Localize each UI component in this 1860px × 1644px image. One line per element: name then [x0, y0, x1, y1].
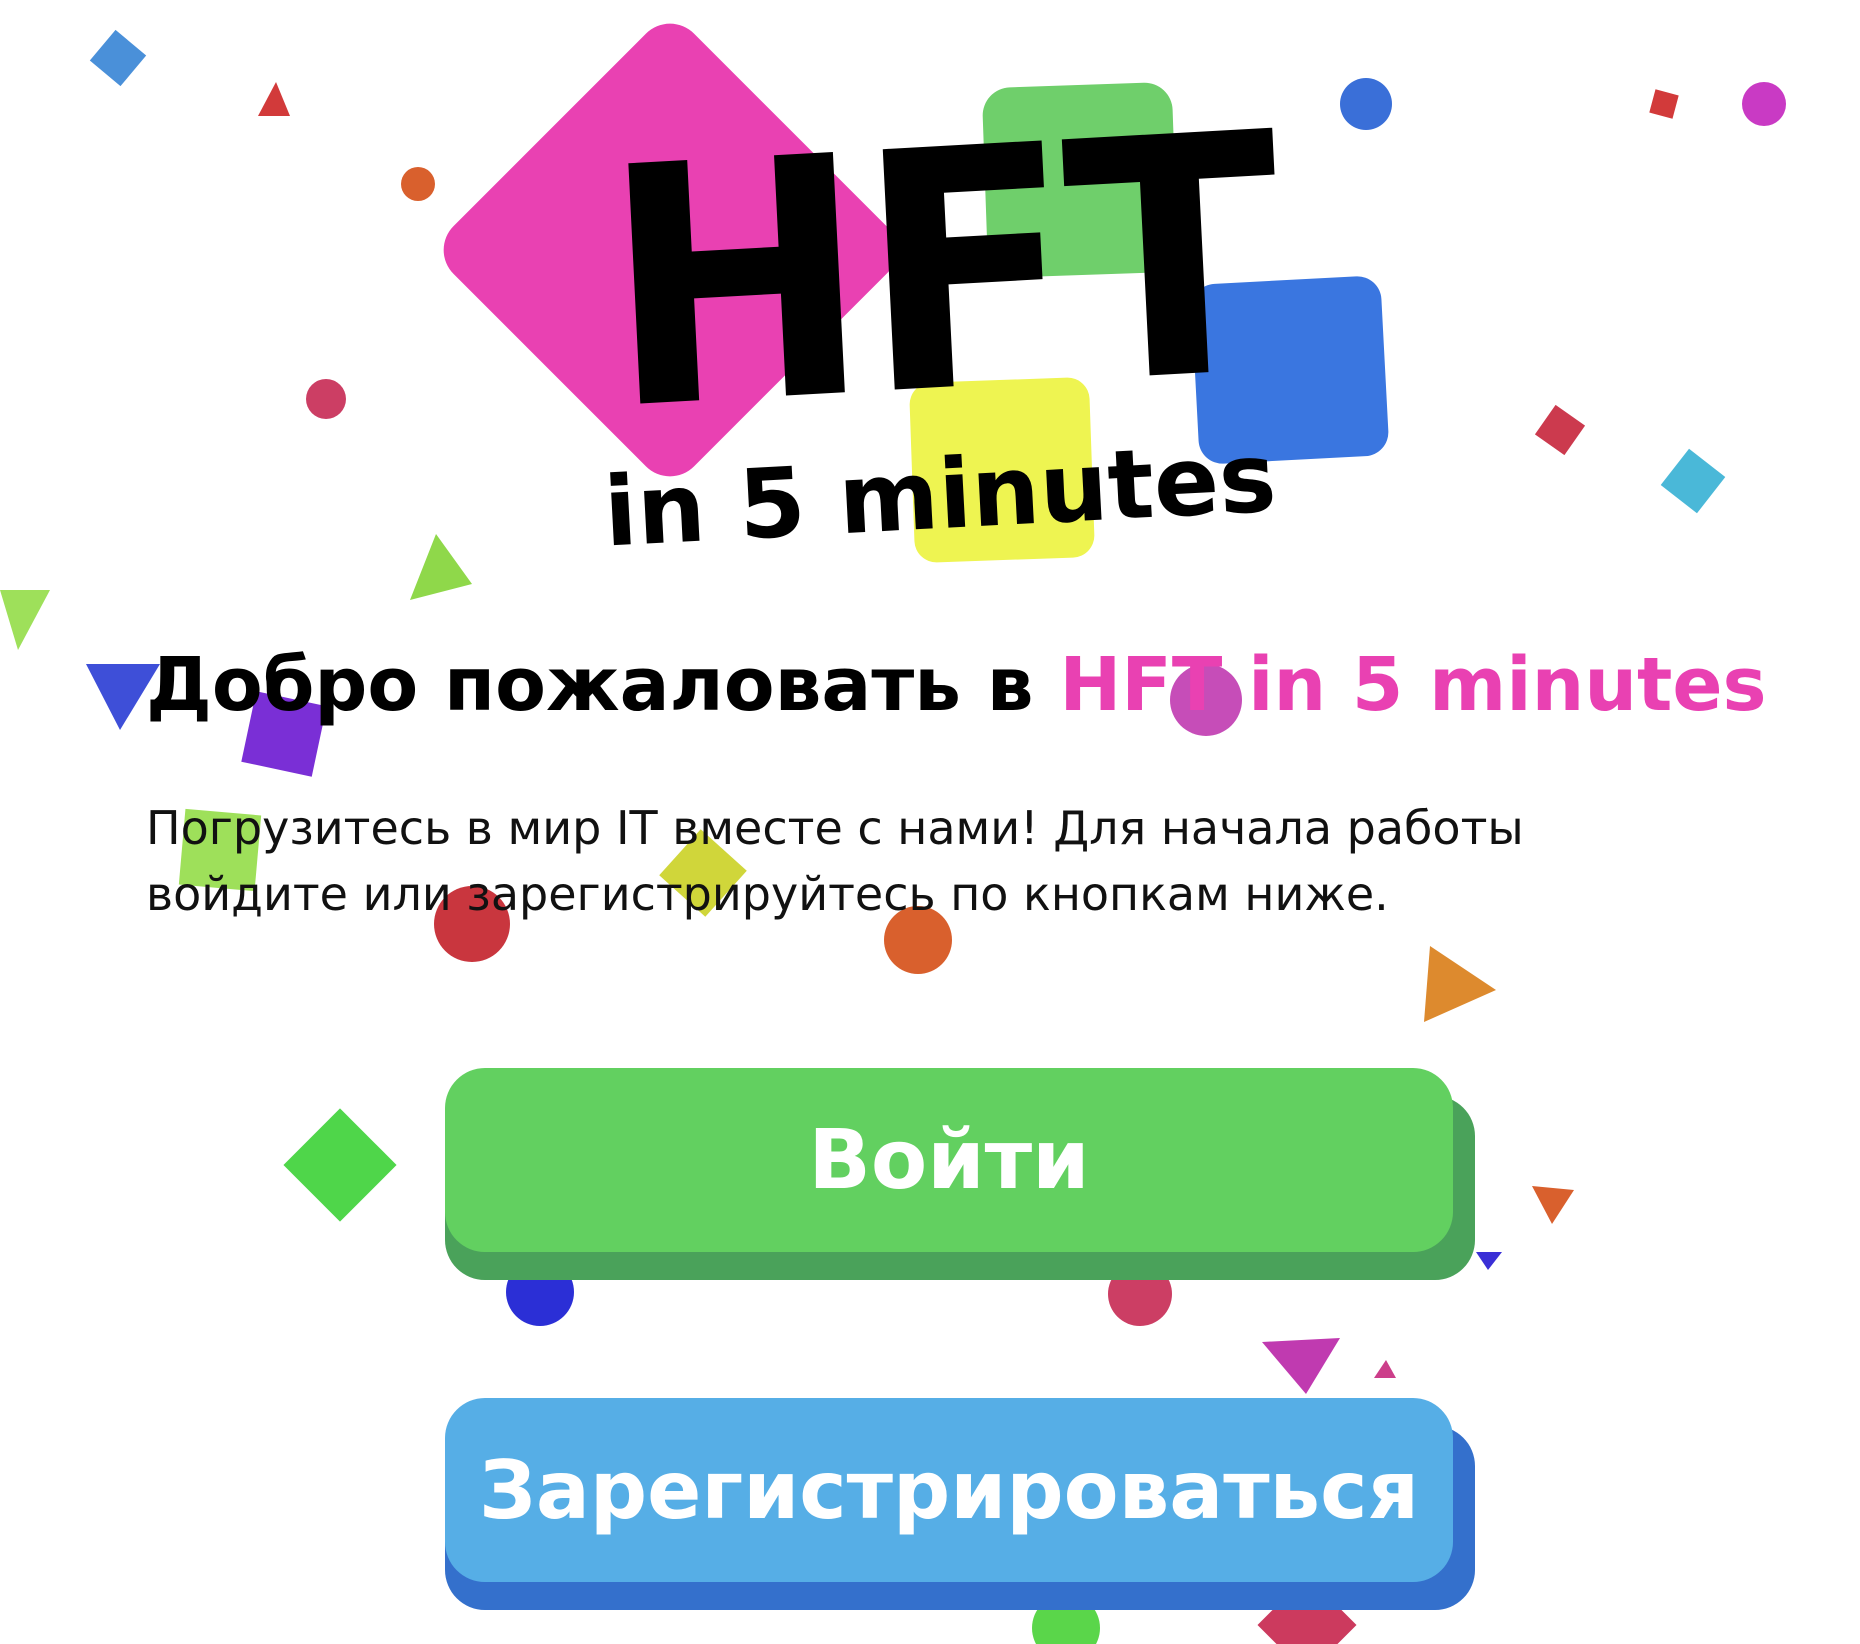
- intro-line-2: войдите или зарегистрируйтесь по кнопкам…: [146, 867, 1389, 921]
- register-button[interactable]: Зарегистрироваться: [445, 1398, 1475, 1610]
- welcome-heading-highlight: HFT in 5 minutes: [1059, 642, 1767, 728]
- hft-logo: HFT in 5 minutes: [429, 9, 1390, 569]
- register-button-label: Зарегистрироваться: [445, 1398, 1453, 1582]
- intro-text: Погрузитесь в мир IT вместе с нами! Для …: [146, 795, 1646, 927]
- welcome-screen: HFT in 5 minutes Добро пожаловать в HFT …: [0, 0, 1860, 1644]
- welcome-heading-prefix: Добро пожаловать в: [146, 642, 1060, 728]
- logo-title: HFT: [596, 62, 1283, 483]
- welcome-heading: Добро пожаловать в HFT in 5 minutes: [146, 640, 1826, 730]
- login-button-label: Войти: [445, 1068, 1453, 1252]
- intro-line-1: Погрузитесь в мир IT вместе с нами! Для …: [146, 801, 1524, 855]
- login-button[interactable]: Войти: [445, 1068, 1475, 1280]
